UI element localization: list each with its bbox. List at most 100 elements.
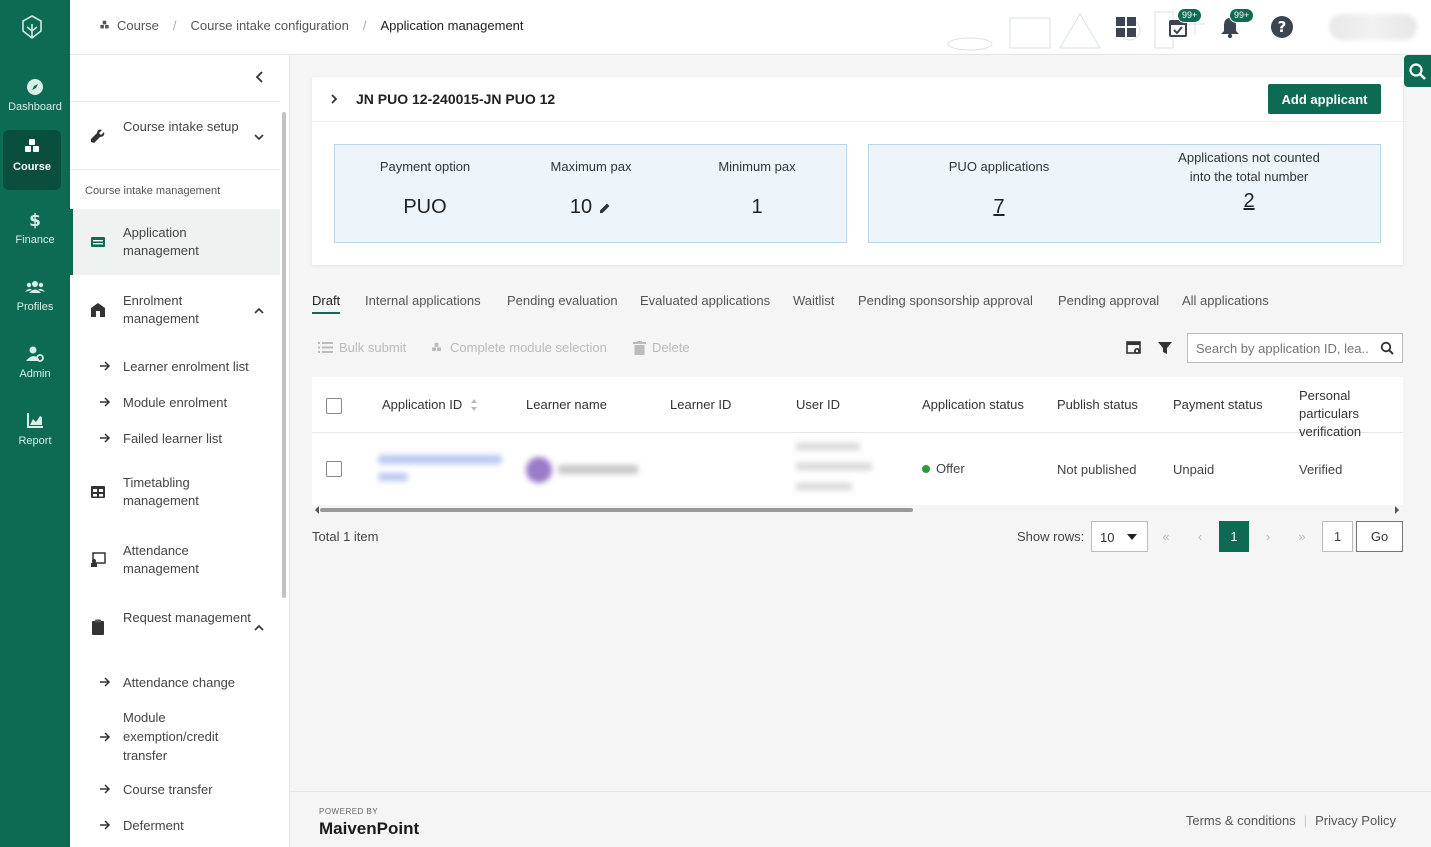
tab-pending-evaluation[interactable]: Pending evaluation — [507, 293, 618, 308]
table-row[interactable]: Offer Not published Unpaid Verified — [312, 433, 1403, 505]
chevron-left-icon[interactable] — [252, 69, 268, 85]
status-dot — [922, 464, 930, 473]
tab-draft[interactable]: Draft — [312, 293, 341, 314]
sidebar-subitem-deferment[interactable]: Deferment — [70, 815, 280, 839]
column-header-application-id[interactable]: Application ID — [382, 396, 478, 414]
filter-icon[interactable] — [1156, 339, 1174, 357]
sidebar-subitem-module-enrolment[interactable]: Module enrolment — [70, 392, 280, 416]
button-label: Complete module selection — [450, 340, 607, 355]
cubes-icon — [25, 139, 39, 152]
tab-waitlist[interactable]: Waitlist — [793, 293, 834, 308]
user-avatar[interactable] — [1329, 14, 1417, 40]
sidebar-subitem-course-transfer[interactable]: Course transfer — [70, 779, 280, 803]
tab-all-applications[interactable]: All applications — [1182, 293, 1269, 308]
help-icon[interactable]: ? — [1269, 14, 1295, 40]
rail-item-profiles[interactable]: Profiles — [2, 270, 68, 330]
tab-internal-applications[interactable]: Internal applications — [365, 293, 481, 308]
sidebar-subitem-label: Learner enrolment list — [123, 359, 249, 374]
table-icon — [91, 486, 105, 498]
sidebar-item-label: Attendance management — [123, 543, 199, 576]
stat-label: Minimum pax — [718, 159, 796, 174]
chevron-right-icon[interactable] — [328, 93, 340, 105]
stat-value-link[interactable]: 2 — [1169, 190, 1329, 213]
stat-value: PUO — [403, 196, 447, 218]
sidebar-item-attendance-management[interactable]: Attendance management — [70, 528, 280, 590]
breadcrumb: Course / Course intake configuration / A… — [98, 18, 524, 33]
sidebar-subitem-failed-learner-list[interactable]: Failed learner list — [70, 428, 280, 452]
tab-pending-sponsorship-approval[interactable]: Pending sponsorship approval — [858, 293, 1033, 308]
search-icon[interactable] — [1380, 341, 1394, 355]
arrow-right-icon — [100, 677, 111, 687]
page-button-current[interactable]: 1 — [1219, 521, 1249, 552]
sidebar-subitem-label: Attendance change — [123, 675, 236, 690]
select-all-checkbox[interactable] — [326, 398, 342, 414]
app-logo-icon[interactable] — [19, 14, 45, 40]
privacy-link[interactable]: Privacy Policy — [1315, 813, 1396, 828]
rail-item-report[interactable]: Report — [2, 404, 68, 464]
delete-button[interactable]: Delete — [633, 340, 690, 355]
tasks-button[interactable]: 99+ — [1165, 8, 1203, 40]
last-page-button[interactable]: » — [1287, 521, 1317, 552]
sort-icon[interactable] — [470, 398, 478, 412]
redacted-user-id — [796, 463, 872, 470]
svg-text:?: ? — [1278, 18, 1287, 36]
stat-label: Applications not counted into the total … — [1178, 150, 1320, 184]
sidebar-subitem-learner-enrolment-list[interactable]: Learner enrolment list — [70, 356, 280, 380]
terms-link[interactable]: Terms & conditions — [1186, 813, 1296, 828]
sidebar-item-timetabling-management[interactable]: Timetabling management — [70, 460, 280, 522]
sidebar-scrollbar[interactable] — [282, 112, 286, 598]
tab-evaluated-applications[interactable]: Evaluated applications — [640, 293, 770, 308]
sidebar-item-label: Enrolment management — [123, 293, 199, 326]
sidebar-item-enrolment-management[interactable]: Enrolment management — [70, 277, 280, 343]
rows-per-page-select[interactable]: 10 — [1091, 521, 1148, 552]
application-search-field[interactable] — [1187, 333, 1403, 363]
divider — [70, 101, 280, 102]
sidebar-subitem-label: Course transfer — [123, 782, 213, 797]
search-input[interactable] — [1188, 334, 1368, 362]
column-header-learner-name: Learner name — [526, 397, 607, 412]
sidebar-item-request-management[interactable]: Request management — [70, 595, 280, 657]
rail-item-finance[interactable]: $ Finance — [2, 203, 68, 263]
pencil-edit-icon[interactable] — [598, 201, 612, 215]
complete-module-selection-button[interactable]: Complete module selection — [429, 340, 607, 355]
rail-item-course[interactable]: Course — [3, 130, 61, 190]
redacted-learner-name — [558, 465, 638, 474]
add-applicant-button[interactable]: Add applicant — [1268, 84, 1381, 114]
sidebar-subitem-module-exemption[interactable]: Module exemption/credit transfer — [70, 708, 280, 766]
breadcrumb-item-intake-configuration[interactable]: Course intake configuration — [191, 18, 349, 33]
column-settings-icon[interactable] — [1125, 339, 1143, 357]
cubes-icon — [100, 20, 109, 29]
next-page-button[interactable]: › — [1253, 521, 1283, 552]
stat-value-link[interactable]: 7 — [929, 196, 1069, 219]
breadcrumb-item-course[interactable]: Course — [98, 18, 159, 33]
chevron-down-icon — [254, 134, 264, 141]
bulk-submit-button[interactable]: Bulk submit — [318, 340, 406, 355]
rail-item-label: Report — [18, 435, 52, 447]
prev-page-button[interactable]: ‹ — [1185, 521, 1215, 552]
top-bar: Course / Course intake configuration / A… — [70, 0, 1431, 55]
global-search-button[interactable] — [1404, 55, 1431, 87]
stat-puo-applications: PUO applications 7 — [929, 157, 1069, 219]
rail-item-dashboard[interactable]: Dashboard — [2, 70, 68, 130]
notifications-button[interactable]: 99+ — [1217, 8, 1255, 40]
sidebar-subitem-attendance-change[interactable]: Attendance change — [70, 672, 280, 696]
sidebar-item-intake-setup[interactable]: Course intake setup — [70, 103, 280, 169]
first-page-button[interactable]: « — [1151, 521, 1181, 552]
jump-page-input[interactable]: 1 — [1322, 521, 1353, 552]
apps-grid-icon[interactable] — [1113, 14, 1139, 40]
rail-item-label: Finance — [15, 234, 55, 246]
go-button[interactable]: Go — [1356, 521, 1403, 552]
scroll-right-icon[interactable] — [1394, 506, 1400, 514]
tab-pending-approval[interactable]: Pending approval — [1058, 293, 1159, 308]
rail-item-label: Admin — [19, 368, 51, 380]
row-checkbox[interactable] — [326, 461, 342, 477]
table-horizontal-scrollbar[interactable] — [312, 505, 1403, 515]
footer-links: Terms & conditions | Privacy Policy — [1186, 813, 1396, 828]
redacted-application-id[interactable] — [378, 455, 502, 464]
presentation-icon — [91, 552, 106, 567]
scrollbar-thumb[interactable] — [320, 508, 913, 512]
sidebar-item-application-management[interactable]: Application management — [70, 209, 280, 275]
redacted-application-id — [378, 473, 408, 481]
rail-item-admin[interactable]: Admin — [2, 337, 68, 397]
application-status-cell: Offer — [922, 461, 965, 476]
